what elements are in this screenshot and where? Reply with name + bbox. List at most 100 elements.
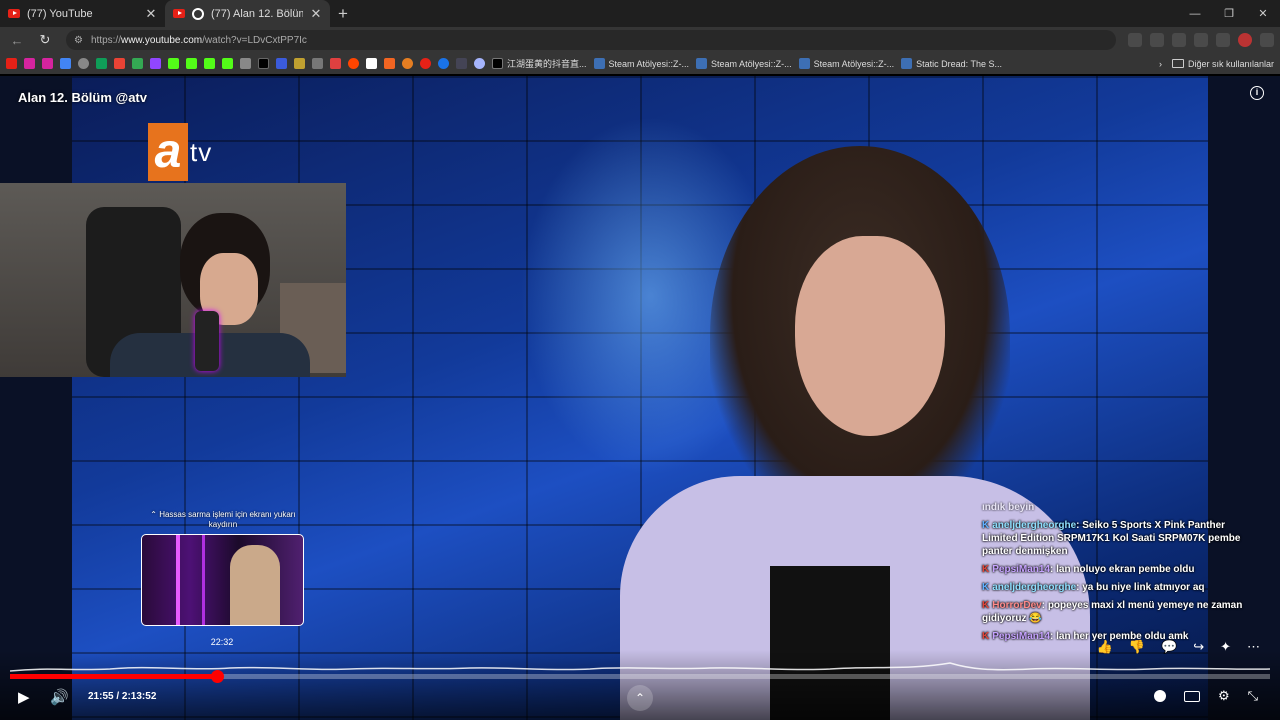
subtitles-icon[interactable] — [1183, 690, 1200, 702]
more-icon[interactable]: ⋯ — [1247, 639, 1260, 655]
kick-badge-icon: K — [982, 564, 990, 575]
profile-switch-icon[interactable] — [1216, 33, 1230, 47]
share-icon[interactable]: ↪ — [1193, 639, 1204, 655]
bookmark-icon[interactable] — [294, 58, 305, 69]
steam-icon — [593, 58, 605, 69]
avatar[interactable] — [1238, 33, 1252, 47]
gear-icon[interactable]: ⚙ — [1218, 688, 1230, 704]
globe-bookmark-icon[interactable] — [78, 58, 89, 69]
right-controls: ⚙ ⤡ — [1153, 688, 1258, 704]
bookmark-icon[interactable] — [312, 58, 323, 69]
like-icon[interactable]: 👍 — [1097, 639, 1113, 655]
bookmark-icon[interactable] — [330, 58, 341, 69]
install-app-icon[interactable] — [1128, 33, 1142, 47]
video-actions: 👍 👎 💬 ↪ ✦ ⋯ — [1097, 639, 1260, 655]
menu-icon[interactable] — [1260, 33, 1274, 47]
bookmark-icon[interactable] — [438, 58, 449, 69]
chat-message: K PepsiMan14: lan noluyo ekran pembe oldu — [982, 564, 1195, 575]
steam-icon — [696, 58, 708, 69]
chat-message: K HorrorDev: popeyes maxi xl menü yemeye … — [982, 600, 1243, 624]
reddit-bookmark-icon[interactable] — [348, 58, 359, 69]
folder-icon — [1171, 59, 1184, 68]
comment-icon[interactable]: 💬 — [1161, 639, 1177, 655]
bookmark-steam-3[interactable]: Steam Atölyesi::Z-... — [798, 58, 894, 69]
bookmark-icon[interactable] — [384, 58, 395, 69]
back-icon[interactable]: ← — [6, 33, 28, 48]
letterbox-left — [0, 76, 72, 720]
kick-bookmark-icon[interactable] — [186, 58, 197, 69]
patreon-bookmark-icon[interactable] — [366, 58, 377, 69]
kick-bookmark-icon[interactable] — [222, 58, 233, 69]
url-text: https://www.youtube.com/watch?v=LDvCxtPP… — [90, 34, 307, 46]
kick-bookmark-icon[interactable] — [204, 58, 215, 69]
steam-icon — [798, 58, 810, 69]
exit-fullscreen-icon[interactable]: ⤡ — [1248, 688, 1258, 704]
volume-icon[interactable]: 🔊 — [50, 688, 69, 706]
thumbnail-stage-light — [202, 535, 205, 625]
chat-message: Kaneljdergheorghe: ya bu niye link atmıy… — [982, 582, 1205, 593]
close-window-icon[interactable]: ✕ — [1246, 0, 1280, 27]
steam-icon — [901, 58, 913, 69]
heatmap-wave — [10, 662, 1270, 672]
twitch-bookmark-icon[interactable] — [150, 58, 161, 69]
tab-video[interactable]: (77) Alan 12. Bölüm @atvturk ✕ — [165, 0, 330, 27]
seek-bar-played — [10, 674, 217, 679]
play-icon[interactable]: ▶ — [18, 688, 30, 706]
sparkle-icon[interactable]: ✦ — [1220, 639, 1231, 655]
restore-icon[interactable]: ❐ — [1212, 0, 1246, 27]
chat-message: ındık beyin — [982, 502, 1035, 513]
kick-bookmark-icon[interactable] — [168, 58, 179, 69]
youtube-icon — [8, 9, 20, 18]
x-bookmark-icon[interactable] — [258, 58, 269, 69]
site-info-icon[interactable]: ⚙ — [74, 35, 83, 46]
video-player[interactable]: a tv Alan 12. Bölüm @atv i ındık beyin K… — [0, 76, 1280, 720]
extensions-puzzle-icon[interactable] — [1194, 33, 1208, 47]
info-icon[interactable]: i — [1250, 86, 1264, 100]
chevron-right-icon[interactable]: › — [1159, 59, 1162, 69]
bookmark-steam-1[interactable]: Steam Atölyesi::Z-... — [593, 58, 689, 69]
bookmark-douyin[interactable]: 江湖蛋黄的抖音直... — [492, 57, 587, 70]
dislike-icon[interactable]: 👎 — [1129, 639, 1145, 655]
docs-bookmark-icon[interactable] — [60, 58, 71, 69]
video-title[interactable]: Alan 12. Bölüm @atv — [18, 90, 147, 105]
close-tab-icon[interactable]: ✕ — [310, 6, 322, 22]
instagram-bookmark-icon[interactable] — [42, 58, 53, 69]
tab-youtube-home[interactable]: (77) YouTube ✕ — [0, 0, 165, 27]
thumbnail-stage-light — [176, 535, 180, 625]
anchor-bookmark-icon[interactable] — [240, 58, 251, 69]
close-tab-icon[interactable]: ✕ — [145, 6, 157, 22]
chat-overlay: ındık beyin Kaneljdergheorghe: Seiko 5 S… — [982, 501, 1262, 648]
reload-icon[interactable]: ↻ — [34, 32, 56, 48]
star-icon[interactable] — [1150, 33, 1164, 47]
minimize-icon[interactable]: — — [1178, 0, 1212, 27]
youtube-bookmark-icon[interactable] — [6, 58, 17, 69]
bookmark-steam-2[interactable]: Steam Atölyesi::Z-... — [696, 58, 792, 69]
new-tab-button[interactable]: + — [330, 0, 356, 27]
drive-bookmark-icon[interactable] — [132, 58, 143, 69]
gmail-bookmark-icon[interactable] — [114, 58, 125, 69]
extension-icon[interactable] — [1172, 33, 1186, 47]
address-bar-row: ← ↻ ⚙ https://www.youtube.com/watch?v=LD… — [0, 27, 1280, 53]
bookmark-icon[interactable] — [402, 58, 413, 69]
bookmark-icon[interactable] — [276, 58, 287, 69]
bookmarks-bar: 江湖蛋黄的抖音直... Steam Atölyesi::Z-... Steam … — [0, 53, 1280, 74]
bookmark-icon[interactable] — [456, 58, 467, 69]
other-bookmarks-folder[interactable]: Diğer sık kullanılanlar — [1171, 59, 1274, 69]
windows-bookmark-icon[interactable] — [96, 58, 107, 69]
time-display: 21:55 / 2:13:52 — [88, 691, 157, 702]
bookmark-static-dread[interactable]: Static Dread: The S... — [901, 58, 1002, 69]
seek-bar[interactable] — [10, 670, 1270, 683]
presenter-face — [795, 236, 945, 436]
thumbnail-person — [230, 545, 280, 625]
chevron-up-icon[interactable]: ⌃ — [627, 685, 653, 711]
tab-strip: (77) YouTube ✕ (77) Alan 12. Bölüm @atvt… — [0, 0, 1280, 27]
seek-knob[interactable] — [210, 670, 224, 683]
bookmark-icon[interactable] — [474, 58, 485, 69]
autoplay-icon[interactable] — [1153, 690, 1166, 702]
kick-badge-icon: K — [982, 631, 990, 642]
url-input[interactable]: ⚙ https://www.youtube.com/watch?v=LDvCxt… — [66, 30, 1116, 50]
seek-preview-thumbnail — [141, 534, 304, 626]
streamer-webcam — [0, 183, 346, 377]
bookmark-icon[interactable] — [420, 58, 431, 69]
instagram-bookmark-icon[interactable] — [24, 58, 35, 69]
